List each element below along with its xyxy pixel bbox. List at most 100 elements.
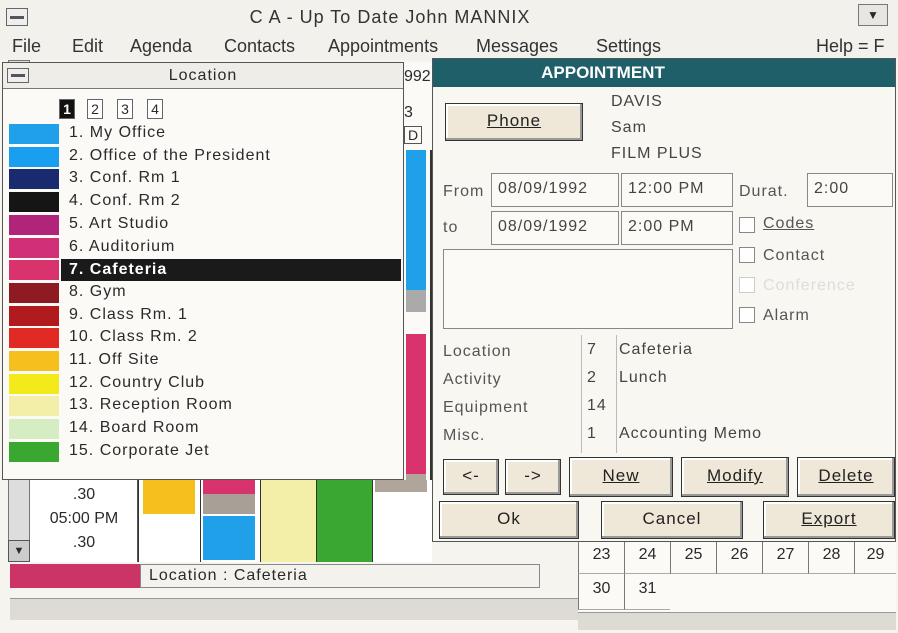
- location-list-item[interactable]: 13. Reception Room: [3, 395, 403, 417]
- modify-button-label: Modify: [706, 466, 764, 485]
- location-color-swatch: [9, 282, 59, 303]
- appointment-block[interactable]: [203, 516, 255, 560]
- duration-field[interactable]: 2:00: [807, 173, 893, 207]
- calendar-strip: 992 3 D: [404, 62, 434, 542]
- location-item-label: 2. Office of the President: [69, 146, 271, 164]
- scroll-down-arrow-icon[interactable]: ▼: [8, 540, 30, 562]
- day-column[interactable]: [138, 480, 200, 562]
- page-tab-1[interactable]: 1: [59, 99, 75, 119]
- modify-button[interactable]: Modify: [681, 457, 789, 497]
- menu-agenda[interactable]: Agenda: [130, 36, 192, 57]
- from-time-field[interactable]: 12:00 PM: [621, 173, 733, 207]
- phone-button[interactable]: Phone: [445, 103, 583, 141]
- appointment-block[interactable]: [375, 480, 427, 492]
- contact-checkbox[interactable]: [739, 247, 755, 263]
- page-tab-4[interactable]: 4: [147, 99, 163, 119]
- appointment-bar[interactable]: [406, 290, 426, 312]
- time-column: .30 05:00 PM .30: [30, 480, 138, 562]
- appointment-bar[interactable]: [406, 334, 426, 474]
- menu-file[interactable]: File: [12, 36, 41, 57]
- conference-checkbox[interactable]: [739, 277, 755, 293]
- title-bar: C A - Up To Date John MANNIX ▼: [0, 0, 898, 34]
- conference-label: Conference: [763, 277, 856, 294]
- location-color-swatch: [9, 396, 59, 417]
- appointment-bar[interactable]: [406, 150, 426, 290]
- location-list-item[interactable]: 4. Conf. Rm 2: [3, 191, 403, 213]
- export-button[interactable]: Export: [763, 501, 895, 539]
- day-column[interactable]: [372, 480, 432, 562]
- day-column[interactable]: [316, 480, 372, 562]
- new-button[interactable]: New: [569, 457, 673, 497]
- menu-help[interactable]: Help = F: [816, 36, 885, 57]
- menu-contacts[interactable]: Contacts: [224, 36, 295, 57]
- cancel-button[interactable]: Cancel: [601, 501, 743, 539]
- location-list-item[interactable]: 10. Class Rm. 2: [3, 327, 403, 349]
- location-item-label: 7. Cafeteria: [61, 259, 401, 282]
- page-tab-3[interactable]: 3: [117, 99, 133, 119]
- location-item-label: 14. Board Room: [69, 419, 200, 437]
- month-scrollbar[interactable]: [578, 612, 896, 630]
- location-list-item[interactable]: 12. Country Club: [3, 373, 403, 395]
- codes-checkbox[interactable]: [739, 217, 755, 233]
- date-cell[interactable]: 26: [716, 542, 762, 574]
- date-cell[interactable]: 29: [854, 542, 896, 574]
- location-field-label: Location: [443, 343, 512, 360]
- location-list-item[interactable]: 9. Class Rm. 1: [3, 305, 403, 327]
- time-slot: .30: [72, 486, 96, 503]
- codes-label: Codes: [763, 215, 815, 232]
- code-column-divider: [581, 335, 617, 453]
- page-tab-2[interactable]: 2: [87, 99, 103, 119]
- delete-button[interactable]: Delete: [797, 457, 895, 497]
- location-color-swatch: [9, 328, 59, 349]
- contact-first-name: Sam: [611, 119, 647, 136]
- to-time-field[interactable]: 2:00 PM: [621, 211, 733, 245]
- alarm-checkbox[interactable]: [739, 307, 755, 323]
- location-color-swatch: [9, 305, 59, 326]
- date-cell[interactable]: 23: [578, 542, 624, 574]
- contact-label: Contact: [763, 247, 826, 264]
- location-item-label: 9. Class Rm. 1: [69, 305, 188, 323]
- location-list-item[interactable]: 3. Conf. Rm 1: [3, 168, 403, 190]
- location-list-item[interactable]: 7. Cafeteria: [3, 259, 403, 282]
- location-title-bar: Location: [3, 63, 403, 89]
- menu-appointments[interactable]: Appointments: [328, 36, 438, 57]
- date-cell[interactable]: 27: [762, 542, 808, 574]
- calendar-col-letter: 3: [404, 104, 413, 121]
- day-column[interactable]: [200, 480, 260, 562]
- location-value: Cafeteria: [619, 341, 693, 358]
- appointment-block[interactable]: [203, 480, 255, 494]
- location-list-item[interactable]: 11. Off Site: [3, 350, 403, 372]
- menu-edit[interactable]: Edit: [72, 36, 103, 57]
- day-column[interactable]: [260, 480, 316, 562]
- to-date-field[interactable]: 08/09/1992: [491, 211, 619, 245]
- location-item-label: 10. Class Rm. 2: [69, 328, 198, 346]
- location-list-item[interactable]: 8. Gym: [3, 282, 403, 304]
- notes-field[interactable]: [443, 249, 733, 329]
- month-grid: 23 24 25 26 27 28 29 30 31: [578, 542, 896, 612]
- location-list-item[interactable]: 1. My Office: [3, 123, 403, 145]
- date-cell[interactable]: 31: [624, 574, 670, 610]
- contact-last-name: DAVIS: [611, 93, 663, 110]
- previous-button[interactable]: <-: [443, 459, 499, 495]
- date-cell[interactable]: 25: [670, 542, 716, 574]
- location-item-label: 3. Conf. Rm 1: [69, 169, 181, 187]
- maximize-icon[interactable]: ▼: [858, 4, 888, 26]
- date-cell[interactable]: 30: [578, 574, 624, 610]
- appointment-block[interactable]: [143, 480, 195, 514]
- location-list-item[interactable]: 2. Office of the President: [3, 146, 403, 168]
- next-button[interactable]: ->: [505, 459, 561, 495]
- activity-field-label: Activity: [443, 371, 502, 388]
- location-list-item[interactable]: 14. Board Room: [3, 418, 403, 440]
- horizontal-scrollbar[interactable]: [10, 598, 578, 620]
- menu-settings[interactable]: Settings: [596, 36, 661, 57]
- date-cell[interactable]: 24: [624, 542, 670, 574]
- location-list-item[interactable]: 15. Corporate Jet: [3, 441, 403, 463]
- location-list-item[interactable]: 5. Art Studio: [3, 214, 403, 236]
- location-color-swatch: [9, 146, 59, 167]
- ok-button[interactable]: Ok: [439, 501, 579, 539]
- menu-messages[interactable]: Messages: [476, 36, 558, 57]
- from-date-field[interactable]: 08/09/1992: [491, 173, 619, 207]
- location-list-item[interactable]: 6. Auditorium: [3, 237, 403, 259]
- date-cell[interactable]: 28: [808, 542, 854, 574]
- appointment-block[interactable]: [203, 494, 255, 514]
